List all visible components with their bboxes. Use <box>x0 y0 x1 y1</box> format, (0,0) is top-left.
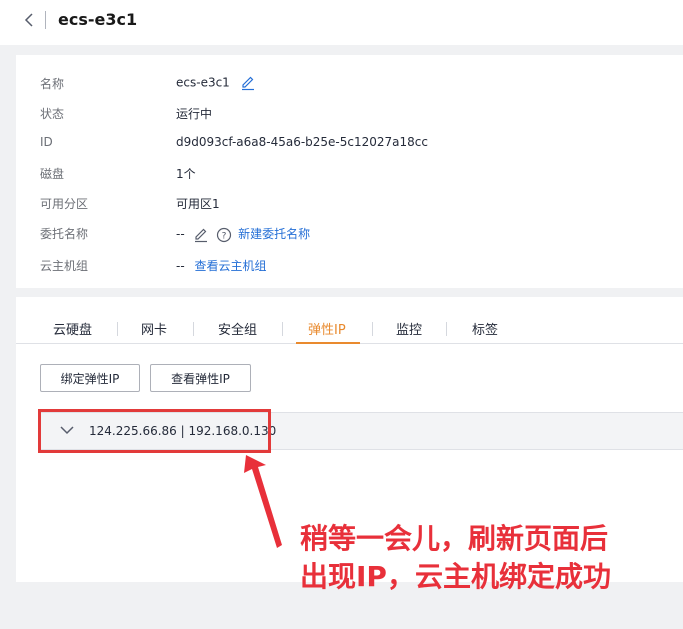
tab-security-group[interactable]: 安全组 <box>218 319 257 338</box>
view-eip-button[interactable]: 查看弹性IP <box>150 364 251 392</box>
tab-divider <box>446 322 447 336</box>
tab-divider <box>282 322 283 336</box>
view-group-link[interactable]: 查看云主机组 <box>195 259 267 273</box>
back-icon[interactable] <box>22 12 38 28</box>
tab-bar: 云硬盘 网卡 安全组 弹性IP 监控 标签 <box>16 315 683 344</box>
svg-text:?: ? <box>222 231 227 241</box>
tab-monitor[interactable]: 监控 <box>396 319 422 338</box>
status-value: 运行中 <box>176 107 213 121</box>
info-label: 名称 <box>40 77 65 91</box>
tab-nic[interactable]: 网卡 <box>141 319 167 338</box>
info-row-disk: 磁盘 1个 <box>16 163 683 183</box>
help-icon[interactable]: ? <box>216 227 232 243</box>
info-label: 磁盘 <box>40 167 65 181</box>
bind-eip-button[interactable]: 绑定弹性IP <box>40 364 140 392</box>
annotation-line-1: 稍等一会儿，刷新页面后 <box>300 522 609 555</box>
info-row-agency: 委托名称 -- ? 新建委托名称 <box>16 223 683 243</box>
active-tab-indicator <box>296 342 360 344</box>
info-row-id: ID d9d093cf-a6a8-45a6-b25e-5c12027a18cc <box>16 133 683 153</box>
disk-value: 1个 <box>176 167 196 181</box>
info-label: ID <box>40 135 53 149</box>
tab-divider <box>193 322 194 336</box>
group-value: -- 查看云主机组 <box>176 257 267 274</box>
tab-tags[interactable]: 标签 <box>472 319 498 338</box>
page-title: ecs-e3c1 <box>58 10 138 29</box>
header-divider <box>45 11 46 29</box>
az-value: 可用区1 <box>176 197 220 211</box>
tab-divider <box>117 322 118 336</box>
agency-value: -- ? 新建委托名称 <box>176 225 310 243</box>
edit-icon[interactable] <box>240 75 256 91</box>
basic-info-panel: 名称 ecs-e3c1 状态 运行中 ID d9d093cf-a6a8-45a6… <box>16 55 683 288</box>
info-value: ecs-e3c1 <box>176 75 256 91</box>
tab-disk[interactable]: 云硬盘 <box>53 319 92 338</box>
agency-placeholder: -- <box>176 227 185 241</box>
create-agency-link[interactable]: 新建委托名称 <box>238 227 310 241</box>
edit-icon[interactable] <box>193 227 209 243</box>
group-placeholder: -- <box>176 259 185 273</box>
info-row-az: 可用分区 可用区1 <box>16 193 683 213</box>
annotation-arrow <box>244 455 282 548</box>
info-label: 云主机组 <box>40 259 89 273</box>
highlight-box <box>38 409 271 453</box>
info-row-group: 云主机组 -- 查看云主机组 <box>16 255 683 275</box>
info-label: 可用分区 <box>40 197 89 211</box>
page-header: ecs-e3c1 <box>0 0 683 45</box>
instance-name: ecs-e3c1 <box>176 75 230 90</box>
tab-divider <box>372 322 373 336</box>
info-label: 委托名称 <box>40 227 89 241</box>
annotation-line-2: 出现IP，云主机绑定成功 <box>300 560 611 593</box>
info-label: 状态 <box>40 107 65 121</box>
id-value: d9d093cf-a6a8-45a6-b25e-5c12027a18cc <box>176 135 428 149</box>
info-row-name: 名称 ecs-e3c1 <box>16 73 683 93</box>
tab-eip[interactable]: 弹性IP <box>308 319 346 338</box>
annotation-text: 稍等一会儿，刷新页面后 出现IP，云主机绑定成功 <box>300 520 611 596</box>
info-row-status: 状态 运行中 <box>16 103 683 123</box>
